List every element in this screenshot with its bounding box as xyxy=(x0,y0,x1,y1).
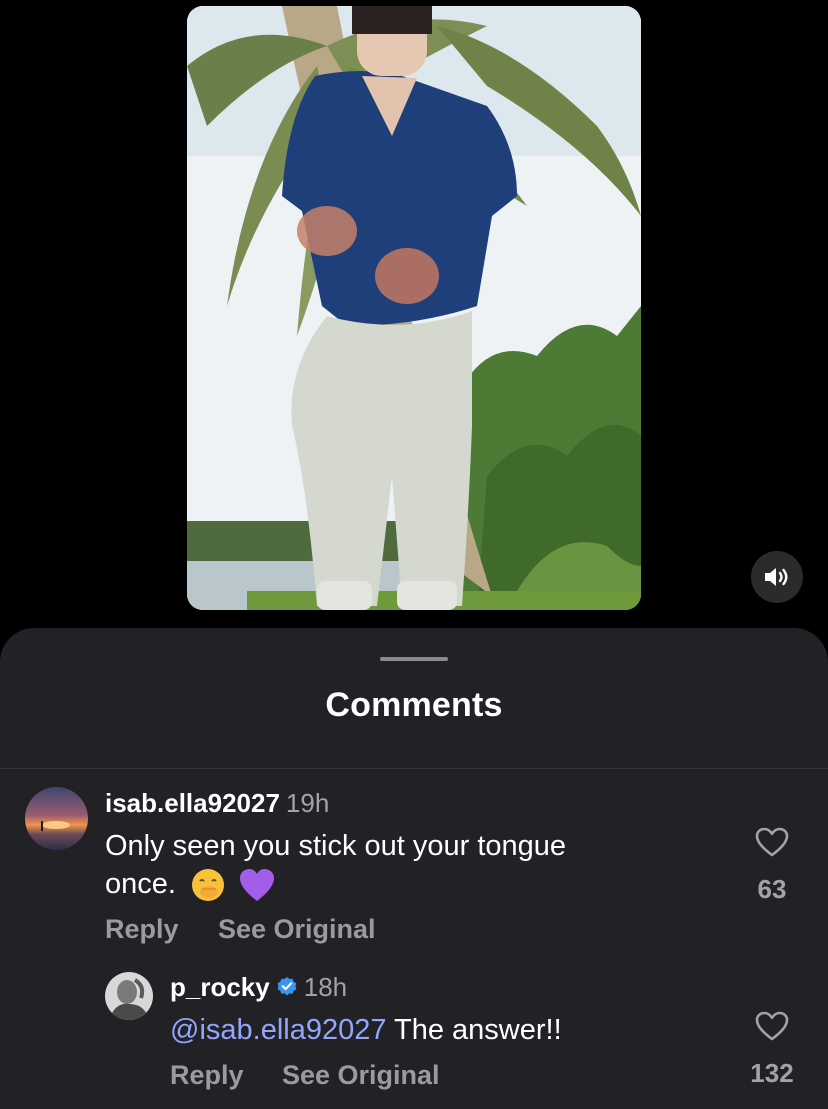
sheet-grabber[interactable] xyxy=(380,657,448,661)
video-preview[interactable] xyxy=(187,6,641,610)
purple-heart-emoji xyxy=(240,869,275,902)
see-original-button[interactable]: See Original xyxy=(218,914,376,945)
comment-timestamp: 19h xyxy=(285,788,330,818)
comment-text: @isab.ella92027 The answer!! xyxy=(170,1011,730,1049)
comment-body: The answer!! xyxy=(386,1014,562,1046)
mention-link[interactable]: @isab.ella92027 xyxy=(170,1014,386,1046)
like-count: 63 xyxy=(757,874,787,904)
heart-icon[interactable] xyxy=(755,1011,789,1041)
heart-icon[interactable] xyxy=(755,827,789,857)
avatar[interactable] xyxy=(25,787,88,850)
divider xyxy=(0,768,828,769)
sunset-avatar-image xyxy=(25,787,88,850)
comment-username[interactable]: isab.ella92027 19h xyxy=(105,788,329,819)
avatar[interactable] xyxy=(105,972,153,1020)
reply-button[interactable]: Reply xyxy=(170,1060,244,1091)
verified-badge-icon xyxy=(277,977,297,996)
comment-text: Only seen you stick out your tongue once… xyxy=(105,827,705,903)
comment-text-end: once. xyxy=(105,868,176,900)
comment-username[interactable]: p_rocky 18h xyxy=(170,972,347,1003)
video-frame-illustration xyxy=(187,6,641,610)
username-link[interactable]: isab.ella92027 xyxy=(105,788,280,818)
reply-button[interactable]: Reply xyxy=(105,914,179,945)
username-link[interactable]: p_rocky xyxy=(170,972,270,1002)
see-original-button[interactable]: See Original xyxy=(282,1060,440,1091)
hand-over-mouth-emoji xyxy=(192,869,225,902)
comment-text-line: Only seen you stick out your tongue xyxy=(105,830,567,862)
comments-sheet: Comments isab.ella92027 19h Only seen yo… xyxy=(0,628,828,1109)
user-photo-avatar-image xyxy=(105,972,153,1020)
screen: Comments isab.ella92027 19h Only seen yo… xyxy=(0,0,828,1109)
sheet-title: Comments xyxy=(325,686,503,724)
like-count: 132 xyxy=(750,1058,794,1088)
speaker-icon xyxy=(765,568,788,586)
comment-text-line: once. xyxy=(105,865,705,903)
comment-timestamp: 18h xyxy=(303,972,348,1002)
sound-toggle-button[interactable] xyxy=(751,551,803,603)
